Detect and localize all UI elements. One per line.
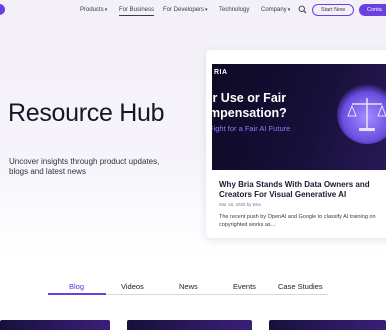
tab-blog[interactable]: Blog [69, 282, 84, 291]
article-thumbnail[interactable] [0, 320, 110, 330]
tab-events[interactable]: Events [233, 282, 256, 291]
balance-scale-icon [347, 98, 386, 131]
page-subtitle: Uncover insights through product updates… [9, 157, 160, 176]
nav-for-developers-label: For Developers [163, 7, 205, 13]
tab-case-studies[interactable]: Case Studies [278, 282, 323, 291]
article-thumbnail[interactable] [127, 320, 252, 330]
featured-article-card[interactable]: RIA ir Use or Fair mpensation? Fight for… [206, 50, 386, 238]
image-brand-logo: RIA [214, 69, 228, 76]
featured-article-title[interactable]: Why Bria Stands With Data Owners and Cre… [219, 180, 386, 200]
nav-technology[interactable]: Technology [219, 6, 249, 14]
start-now-button[interactable]: Start Now [312, 4, 354, 16]
nav-company-label: Company [261, 7, 287, 13]
image-tagline: Fight for a Fair AI Future [212, 124, 291, 133]
chevron-down-icon: ▾ [104, 7, 108, 13]
image-headline-line1: ir Use or Fair [212, 91, 287, 105]
chevron-down-icon: ▾ [287, 7, 291, 13]
search-icon[interactable] [298, 5, 307, 14]
nav-for-business[interactable]: For Business [119, 6, 155, 16]
tab-videos[interactable]: Videos [121, 282, 144, 291]
featured-article-meta: Mar 18, 2025 by Bria [219, 202, 261, 207]
nav-products-label: Products [80, 7, 104, 13]
nav-company[interactable]: Company▾ [261, 6, 290, 14]
image-headline-line2: mpensation? [212, 106, 287, 120]
featured-article-excerpt: The recent push by OpenAI and Google to … [219, 214, 376, 228]
active-tab-indicator [48, 293, 106, 295]
nav-for-developers[interactable]: For Developers▾ [163, 6, 208, 14]
article-thumbnail[interactable] [269, 320, 386, 330]
tab-news[interactable]: News [179, 282, 198, 291]
nav-products[interactable]: Products▾ [80, 6, 107, 14]
nav-for-business-label: For Business [119, 7, 155, 13]
page-title: Resource Hub [8, 99, 165, 127]
contact-button[interactable]: Conta [359, 4, 386, 16]
featured-article-image: RIA ir Use or Fair mpensation? Fight for… [212, 64, 386, 170]
image-headline: ir Use or Fair mpensation? [212, 91, 287, 121]
nav-technology-label: Technology [219, 7, 250, 13]
chevron-down-icon: ▾ [205, 7, 208, 13]
